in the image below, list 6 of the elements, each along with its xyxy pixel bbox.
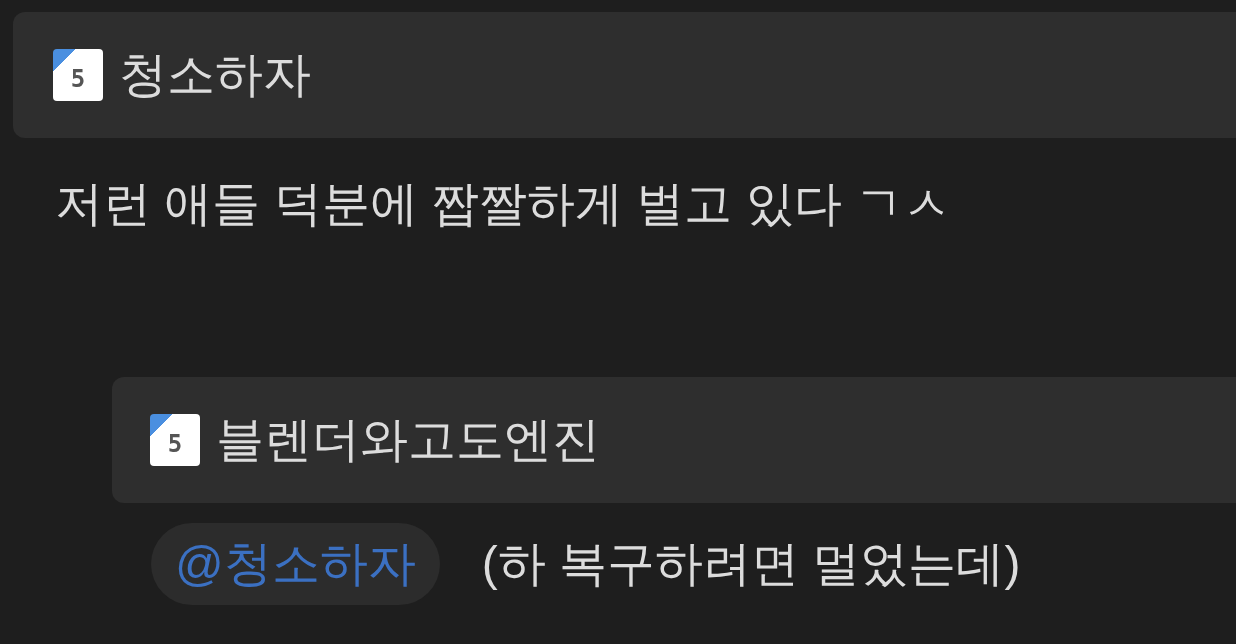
reply-text: (하 복구하려면 멀었는데) [481, 535, 1021, 592]
level-badge: 5 [150, 413, 200, 466]
author-name[interactable]: 블렌더와고도엔진 [216, 410, 600, 469]
author-name[interactable]: 청소하자 [119, 46, 311, 104]
comment-text: 저런 애들 덕분에 짭짤하게 벌고 있다 ㄱㅅ [55, 176, 952, 232]
level-badge: 5 [53, 49, 103, 101]
